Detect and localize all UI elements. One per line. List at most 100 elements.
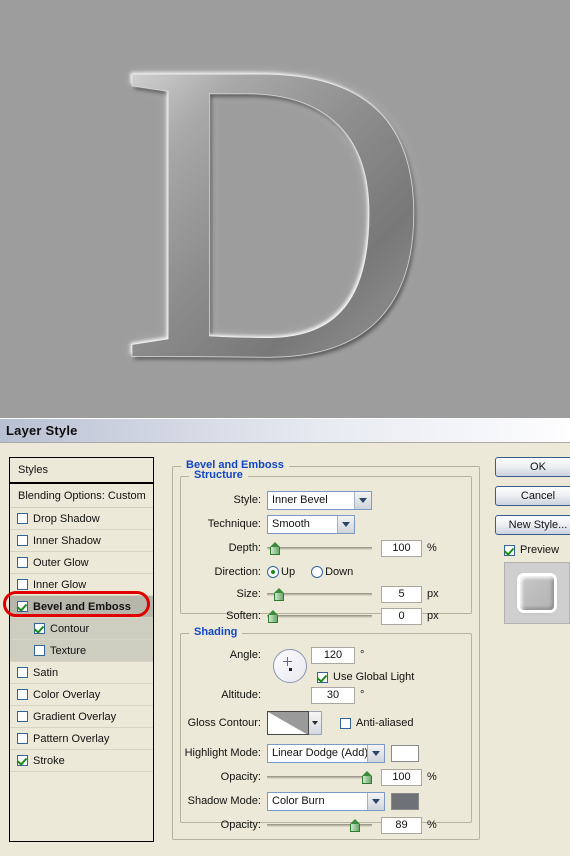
highlight-color-swatch[interactable] bbox=[391, 744, 419, 762]
effect-row-pattern-overlay[interactable]: Pattern Overlay bbox=[10, 728, 153, 750]
effect-checkbox[interactable] bbox=[34, 623, 45, 634]
effect-checkbox[interactable] bbox=[17, 667, 28, 678]
soften-slider[interactable] bbox=[267, 609, 372, 623]
effect-row-drop-shadow[interactable]: Drop Shadow bbox=[10, 508, 153, 530]
size-unit: px bbox=[427, 588, 439, 600]
effect-label: Gradient Overlay bbox=[33, 710, 117, 723]
effect-checkbox[interactable] bbox=[17, 557, 28, 568]
effect-checkbox[interactable] bbox=[17, 535, 28, 546]
slider-thumb[interactable] bbox=[361, 771, 372, 784]
direction-row: Direction: Up Down bbox=[181, 563, 463, 581]
effect-checkbox[interactable] bbox=[17, 601, 28, 612]
dialog-actions: OK Cancel New Style... Preview bbox=[495, 457, 570, 624]
shadow-mode-dropdown[interactable]: Color Burn bbox=[267, 791, 385, 811]
shadow-opacity-input[interactable]: 89 bbox=[381, 816, 422, 834]
gloss-contour-preview[interactable] bbox=[267, 711, 309, 735]
effect-checkbox[interactable] bbox=[17, 711, 28, 722]
technique-label: Technique: bbox=[207, 518, 261, 530]
anti-aliased-checkbox[interactable] bbox=[340, 717, 351, 729]
soften-input[interactable]: 0 bbox=[381, 607, 422, 625]
effect-checkbox[interactable] bbox=[34, 645, 45, 656]
effect-checkbox[interactable] bbox=[17, 689, 28, 700]
depth-slider[interactable] bbox=[267, 541, 372, 555]
angle-handle-icon[interactable] bbox=[283, 657, 292, 666]
angle-dial[interactable] bbox=[273, 649, 307, 683]
preview-toggle[interactable]: Preview bbox=[495, 544, 570, 556]
effect-checkbox[interactable] bbox=[17, 513, 28, 524]
dialog-titlebar[interactable]: Layer Style bbox=[0, 419, 570, 443]
effect-row-gradient-overlay[interactable]: Gradient Overlay bbox=[10, 706, 153, 728]
highlight-mode-row: Highlight Mode: Linear Dodge (Add) bbox=[181, 743, 473, 763]
styles-header: Styles bbox=[10, 458, 153, 484]
new-style-button[interactable]: New Style... bbox=[495, 515, 570, 535]
highlight-opacity-row: Opacity: 100 % bbox=[181, 768, 473, 786]
effect-row-outer-glow[interactable]: Outer Glow bbox=[10, 552, 153, 574]
preview-checkbox[interactable] bbox=[504, 544, 515, 556]
technique-row: Technique: Smooth bbox=[181, 514, 463, 534]
shading-group-title: Shading bbox=[189, 626, 243, 638]
altitude-row: Altitude: 30 ° bbox=[181, 686, 463, 704]
effect-checkbox[interactable] bbox=[17, 755, 28, 766]
structure-group-title: Structure bbox=[189, 469, 248, 481]
highlight-mode-dropdown[interactable]: Linear Dodge (Add) bbox=[267, 743, 385, 763]
slider-track bbox=[267, 615, 372, 618]
properties-panel: Bevel and Emboss Structure Style: Inner … bbox=[172, 457, 482, 842]
style-dropdown[interactable]: Inner Bevel bbox=[267, 490, 372, 510]
angle-center-dot bbox=[289, 668, 292, 671]
preview-label: Preview bbox=[520, 544, 560, 556]
depth-input[interactable]: 100 bbox=[381, 539, 422, 557]
highlight-opacity-slider[interactable] bbox=[267, 770, 372, 784]
effect-row-contour[interactable]: Contour bbox=[10, 618, 153, 640]
effect-row-bevel-and-emboss[interactable]: Bevel and Emboss bbox=[10, 596, 153, 618]
chevron-down-icon[interactable] bbox=[367, 792, 384, 810]
soften-unit: px bbox=[427, 610, 439, 622]
use-global-light-row[interactable]: Use Global Light bbox=[317, 668, 414, 686]
effect-row-inner-glow[interactable]: Inner Glow bbox=[10, 574, 153, 596]
shadow-opacity-label: Opacity: bbox=[220, 819, 261, 831]
shadow-mode-value: Color Burn bbox=[272, 795, 325, 807]
effect-label: Texture bbox=[50, 644, 87, 657]
highlight-opacity-input[interactable]: 100 bbox=[381, 768, 422, 786]
shadow-opacity-slider[interactable] bbox=[267, 818, 372, 832]
shadow-opacity-unit: % bbox=[427, 819, 437, 831]
ok-button[interactable]: OK bbox=[495, 457, 570, 477]
effect-row-stroke[interactable]: Stroke bbox=[10, 750, 153, 772]
technique-dropdown[interactable]: Smooth bbox=[267, 514, 355, 534]
slider-thumb[interactable] bbox=[267, 610, 278, 623]
direction-up-radio[interactable] bbox=[267, 566, 279, 578]
size-input[interactable]: 5 bbox=[381, 585, 422, 603]
effect-label: Inner Shadow bbox=[33, 534, 101, 547]
effect-checkbox[interactable] bbox=[17, 733, 28, 744]
direction-label: Direction: bbox=[214, 566, 261, 578]
altitude-input[interactable]: 30 bbox=[311, 686, 355, 704]
highlight-mode-label: Highlight Mode: bbox=[184, 747, 261, 759]
angle-unit: ° bbox=[360, 649, 365, 661]
gloss-contour-dropdown-arrow[interactable] bbox=[309, 711, 322, 735]
effect-label: Stroke bbox=[33, 754, 65, 767]
direction-down-radio[interactable] bbox=[311, 566, 324, 578]
slider-thumb[interactable] bbox=[349, 819, 360, 832]
soften-label: Soften: bbox=[226, 610, 261, 622]
size-label: Size: bbox=[236, 588, 261, 600]
depth-row: Depth: 100 % bbox=[181, 539, 463, 557]
effect-row-texture[interactable]: Texture bbox=[10, 640, 153, 662]
effect-row-satin[interactable]: Satin bbox=[10, 662, 153, 684]
chevron-down-icon[interactable] bbox=[367, 744, 384, 762]
blending-options-row[interactable]: Blending Options: Custom bbox=[10, 484, 153, 508]
effect-checkbox[interactable] bbox=[17, 579, 28, 590]
highlight-opacity-unit: % bbox=[427, 771, 437, 783]
slider-thumb[interactable] bbox=[269, 542, 280, 555]
structure-group: Structure Style: Inner Bevel Technique: … bbox=[180, 469, 472, 625]
effect-row-inner-shadow[interactable]: Inner Shadow bbox=[10, 530, 153, 552]
shadow-color-swatch[interactable] bbox=[391, 792, 419, 810]
effect-label: Inner Glow bbox=[33, 578, 87, 591]
effect-row-color-overlay[interactable]: Color Overlay bbox=[10, 684, 153, 706]
cancel-button[interactable]: Cancel bbox=[495, 486, 570, 506]
chevron-down-icon[interactable] bbox=[337, 515, 354, 533]
size-slider[interactable] bbox=[267, 587, 372, 601]
dialog-body: Styles Blending Options: Custom Drop Sha… bbox=[0, 443, 570, 856]
angle-input[interactable]: 120 bbox=[311, 646, 355, 664]
chevron-down-icon[interactable] bbox=[354, 491, 371, 509]
slider-thumb[interactable] bbox=[273, 588, 284, 601]
use-global-light-checkbox[interactable] bbox=[317, 671, 328, 683]
